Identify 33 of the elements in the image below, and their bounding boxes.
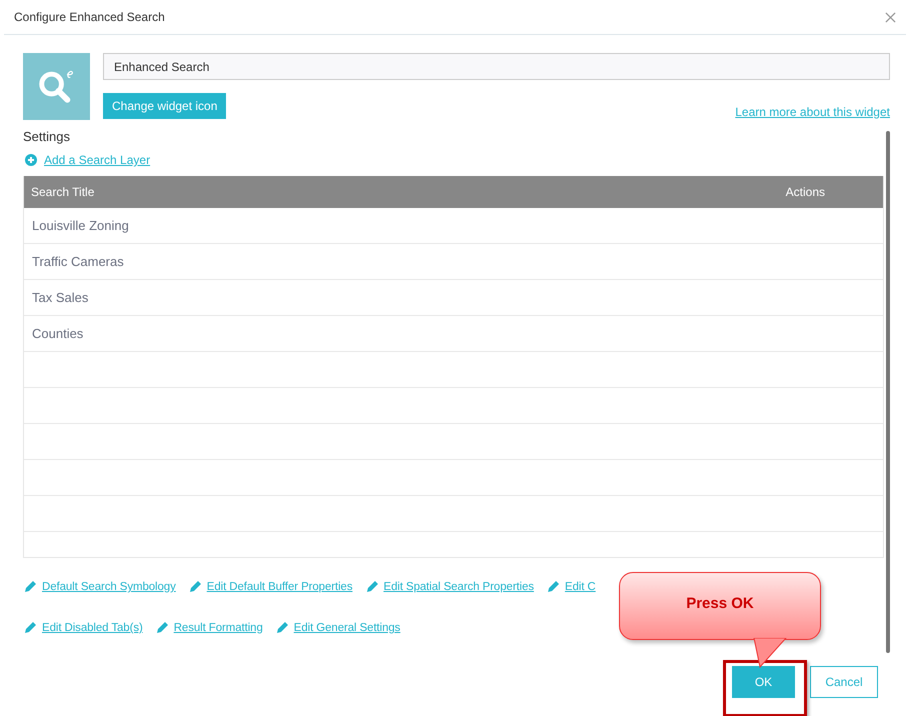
settings-label: Settings (23, 129, 71, 146)
pencil-icon (364, 580, 378, 594)
learn-more-link[interactable]: Learn more about this widget (735, 105, 890, 119)
table-cell[interactable]: Tax Sales (32, 290, 88, 305)
callout-text: Press OK (686, 595, 754, 613)
action-link[interactable]: Result Formatting (174, 622, 263, 634)
change-icon-button[interactable]: Change widget icon (103, 93, 226, 119)
close-icon[interactable] (885, 12, 896, 22)
add-layer-link[interactable]: Add a Search Layer (44, 153, 150, 167)
action-link[interactable]: Edit Spatial Search Properties (384, 581, 534, 593)
table-cell[interactable]: Counties (32, 326, 84, 341)
column-header: Search Title (31, 185, 94, 199)
add-icon (25, 154, 37, 166)
scrollbar[interactable] (886, 131, 890, 653)
action-link[interactable]: Edit C (564, 581, 596, 593)
pencil-icon (23, 621, 37, 635)
column-header: Actions (786, 185, 825, 199)
pencil-icon (188, 580, 202, 594)
table-cell[interactable]: Louisville Zoning (32, 218, 129, 233)
pencil-icon (23, 580, 37, 594)
name-field[interactable]: Enhanced Search (103, 53, 890, 80)
dialog-title: Configure Enhanced Search (14, 10, 165, 24)
action-link[interactable]: Edit General Settings (294, 622, 400, 634)
pencil-icon (154, 621, 169, 635)
search-widget-icon (23, 53, 90, 120)
table-cell[interactable]: Traffic Cameras (32, 254, 124, 269)
action-link[interactable]: Edit Disabled Tab(s) (42, 622, 143, 634)
pencil-icon (546, 580, 560, 594)
ok-button[interactable]: OK (732, 666, 795, 698)
cancel-button[interactable]: Cancel (810, 666, 878, 698)
action-link[interactable]: Default Search Symbology (42, 581, 176, 593)
pencil-icon (274, 621, 289, 635)
action-link[interactable]: Edit Default Buffer Properties (206, 581, 352, 593)
